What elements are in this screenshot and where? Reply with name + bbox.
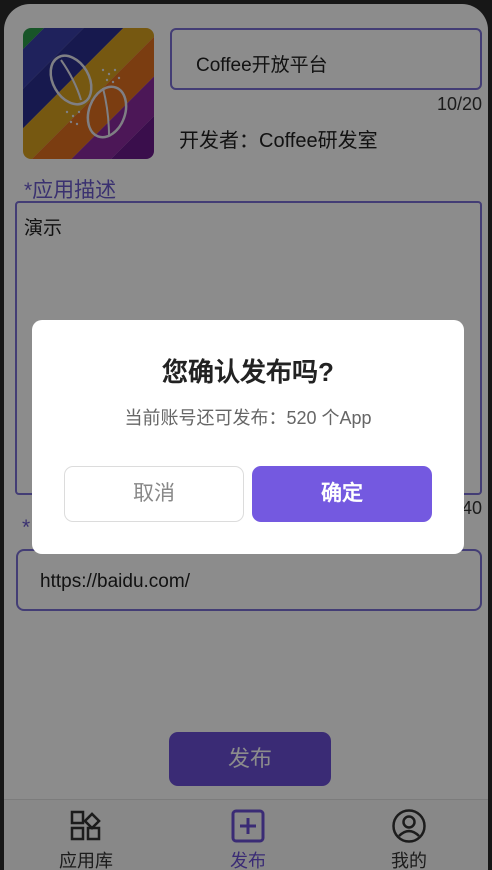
- dialog-title: 您确认发布吗?: [162, 357, 334, 387]
- dialog-message: 当前账号还可发布：520 个App: [124, 408, 372, 428]
- confirm-button[interactable]: 确定: [252, 466, 432, 522]
- confirm-dialog: 您确认发布吗? 当前账号还可发布：520 个App 取消 确定: [32, 320, 464, 554]
- cancel-button[interactable]: 取消: [64, 466, 244, 522]
